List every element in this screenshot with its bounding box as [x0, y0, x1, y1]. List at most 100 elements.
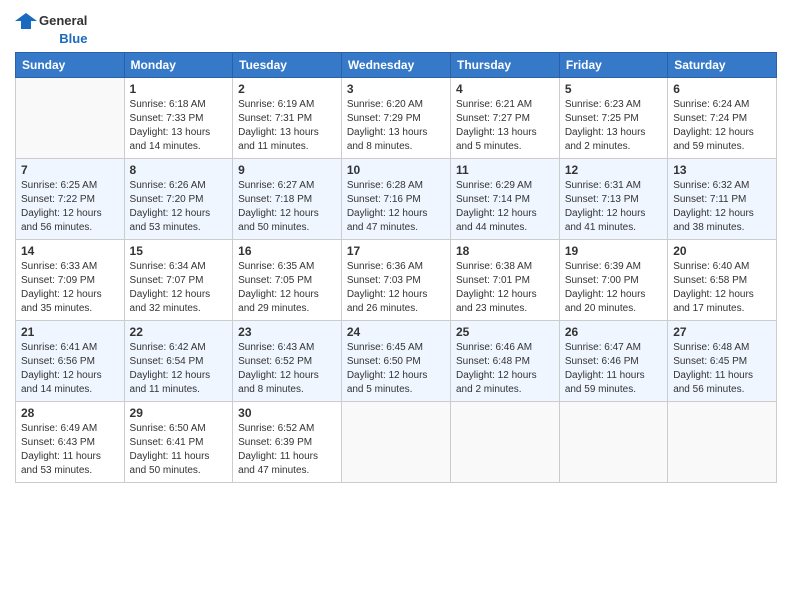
- calendar-cell: [16, 78, 125, 159]
- calendar-cell: 11 Sunrise: 6:29 AM Sunset: 7:14 PM Dayli…: [450, 159, 559, 240]
- day-info: Sunrise: 6:49 AM Sunset: 6:43 PM Dayligh…: [21, 422, 119, 478]
- calendar-cell: 3 Sunrise: 6:20 AM Sunset: 7:29 PM Daylig…: [341, 78, 450, 159]
- calendar-cell: 7 Sunrise: 6:25 AM Sunset: 7:22 PM Daylig…: [16, 159, 125, 240]
- calendar-cell: 26 Sunrise: 6:47 AM Sunset: 6:46 PM Dayli…: [559, 321, 667, 402]
- day-number: 26: [565, 325, 662, 339]
- day-number: 25: [456, 325, 554, 339]
- calendar-cell: 10 Sunrise: 6:28 AM Sunset: 7:16 PM Dayli…: [341, 159, 450, 240]
- day-number: 22: [130, 325, 228, 339]
- day-number: 23: [238, 325, 336, 339]
- day-info: Sunrise: 6:18 AM Sunset: 7:33 PM Dayligh…: [130, 98, 228, 154]
- calendar-cell: 20 Sunrise: 6:40 AM Sunset: 6:58 PM Dayli…: [668, 240, 777, 321]
- day-info: Sunrise: 6:48 AM Sunset: 6:45 PM Dayligh…: [673, 341, 771, 397]
- day-info: Sunrise: 6:24 AM Sunset: 7:24 PM Dayligh…: [673, 98, 771, 154]
- weekday-header-monday: Monday: [124, 53, 233, 78]
- day-number: 29: [130, 406, 228, 420]
- day-number: 1: [130, 82, 228, 96]
- day-number: 21: [21, 325, 119, 339]
- calendar-cell: 16 Sunrise: 6:35 AM Sunset: 7:05 PM Dayli…: [233, 240, 342, 321]
- week-row-4: 28 Sunrise: 6:49 AM Sunset: 6:43 PM Dayli…: [16, 402, 777, 483]
- day-info: Sunrise: 6:19 AM Sunset: 7:31 PM Dayligh…: [238, 98, 336, 154]
- day-info: Sunrise: 6:52 AM Sunset: 6:39 PM Dayligh…: [238, 422, 336, 478]
- day-info: Sunrise: 6:29 AM Sunset: 7:14 PM Dayligh…: [456, 179, 554, 235]
- calendar-cell: 14 Sunrise: 6:33 AM Sunset: 7:09 PM Dayli…: [16, 240, 125, 321]
- day-number: 16: [238, 244, 336, 258]
- header: General Blue: [15, 10, 777, 46]
- day-info: Sunrise: 6:32 AM Sunset: 7:11 PM Dayligh…: [673, 179, 771, 235]
- day-number: 8: [130, 163, 228, 177]
- day-info: Sunrise: 6:39 AM Sunset: 7:00 PM Dayligh…: [565, 260, 662, 316]
- week-row-0: 1 Sunrise: 6:18 AM Sunset: 7:33 PM Daylig…: [16, 78, 777, 159]
- day-number: 19: [565, 244, 662, 258]
- day-info: Sunrise: 6:46 AM Sunset: 6:48 PM Dayligh…: [456, 341, 554, 397]
- day-info: Sunrise: 6:40 AM Sunset: 6:58 PM Dayligh…: [673, 260, 771, 316]
- calendar-cell: 25 Sunrise: 6:46 AM Sunset: 6:48 PM Dayli…: [450, 321, 559, 402]
- day-number: 11: [456, 163, 554, 177]
- day-number: 3: [347, 82, 445, 96]
- day-info: Sunrise: 6:26 AM Sunset: 7:20 PM Dayligh…: [130, 179, 228, 235]
- day-number: 17: [347, 244, 445, 258]
- week-row-1: 7 Sunrise: 6:25 AM Sunset: 7:22 PM Daylig…: [16, 159, 777, 240]
- logo: General Blue: [15, 10, 87, 46]
- calendar-cell: 19 Sunrise: 6:39 AM Sunset: 7:00 PM Dayli…: [559, 240, 667, 321]
- day-info: Sunrise: 6:31 AM Sunset: 7:13 PM Dayligh…: [565, 179, 662, 235]
- calendar-cell: 27 Sunrise: 6:48 AM Sunset: 6:45 PM Dayli…: [668, 321, 777, 402]
- calendar-cell: 18Sunrise: 6:38 AM Sunset: 7:01 PM Dayli…: [450, 240, 559, 321]
- calendar-cell: 22Sunrise: 6:42 AM Sunset: 6:54 PM Dayli…: [124, 321, 233, 402]
- day-info: Sunrise: 6:28 AM Sunset: 7:16 PM Dayligh…: [347, 179, 445, 235]
- calendar-cell: [559, 402, 667, 483]
- day-info: Sunrise: 6:50 AM Sunset: 6:41 PM Dayligh…: [130, 422, 228, 478]
- calendar-cell: 21 Sunrise: 6:41 AM Sunset: 6:56 PM Dayli…: [16, 321, 125, 402]
- calendar-cell: [341, 402, 450, 483]
- day-number: 27: [673, 325, 771, 339]
- day-number: 7: [21, 163, 119, 177]
- calendar-cell: 23 Sunrise: 6:43 AM Sunset: 6:52 PM Dayli…: [233, 321, 342, 402]
- weekday-header-wednesday: Wednesday: [341, 53, 450, 78]
- day-number: 13: [673, 163, 771, 177]
- day-info: Sunrise: 6:41 AM Sunset: 6:56 PM Dayligh…: [21, 341, 119, 397]
- weekday-header-saturday: Saturday: [668, 53, 777, 78]
- week-row-2: 14 Sunrise: 6:33 AM Sunset: 7:09 PM Dayli…: [16, 240, 777, 321]
- weekday-header-thursday: Thursday: [450, 53, 559, 78]
- day-info: Sunrise: 6:35 AM Sunset: 7:05 PM Dayligh…: [238, 260, 336, 316]
- day-number: 20: [673, 244, 771, 258]
- calendar-cell: 24 Sunrise: 6:45 AM Sunset: 6:50 PM Dayli…: [341, 321, 450, 402]
- day-number: 24: [347, 325, 445, 339]
- day-info: Sunrise: 6:36 AM Sunset: 7:03 PM Dayligh…: [347, 260, 445, 316]
- day-number: 4: [456, 82, 554, 96]
- day-info: Sunrise: 6:25 AM Sunset: 7:22 PM Dayligh…: [21, 179, 119, 235]
- day-number: 14: [21, 244, 119, 258]
- logo-blue: Blue: [59, 32, 87, 46]
- logo-general: General: [39, 14, 87, 28]
- calendar-cell: 6Sunrise: 6:24 AM Sunset: 7:24 PM Daylig…: [668, 78, 777, 159]
- calendar-cell: 28 Sunrise: 6:49 AM Sunset: 6:43 PM Dayli…: [16, 402, 125, 483]
- day-number: 2: [238, 82, 336, 96]
- day-info: Sunrise: 6:38 AM Sunset: 7:01 PM Dayligh…: [456, 260, 554, 316]
- day-number: 9: [238, 163, 336, 177]
- day-info: Sunrise: 6:23 AM Sunset: 7:25 PM Dayligh…: [565, 98, 662, 154]
- calendar-cell: 17 Sunrise: 6:36 AM Sunset: 7:03 PM Dayli…: [341, 240, 450, 321]
- day-number: 30: [238, 406, 336, 420]
- calendar-cell: 13 Sunrise: 6:32 AM Sunset: 7:11 PM Dayli…: [668, 159, 777, 240]
- calendar-cell: [668, 402, 777, 483]
- weekday-header-sunday: Sunday: [16, 53, 125, 78]
- day-info: Sunrise: 6:20 AM Sunset: 7:29 PM Dayligh…: [347, 98, 445, 154]
- weekday-header-friday: Friday: [559, 53, 667, 78]
- calendar-cell: 9 Sunrise: 6:27 AM Sunset: 7:18 PM Daylig…: [233, 159, 342, 240]
- calendar-cell: 29 Sunrise: 6:50 AM Sunset: 6:41 PM Dayli…: [124, 402, 233, 483]
- calendar-cell: 8 Sunrise: 6:26 AM Sunset: 7:20 PM Daylig…: [124, 159, 233, 240]
- page: General Blue SundayMondayTuesdayWednesda…: [0, 0, 792, 612]
- logo-bird-icon: [15, 10, 37, 32]
- day-info: Sunrise: 6:43 AM Sunset: 6:52 PM Dayligh…: [238, 341, 336, 397]
- day-info: Sunrise: 6:45 AM Sunset: 6:50 PM Dayligh…: [347, 341, 445, 397]
- day-info: Sunrise: 6:33 AM Sunset: 7:09 PM Dayligh…: [21, 260, 119, 316]
- day-number: 10: [347, 163, 445, 177]
- calendar-table: SundayMondayTuesdayWednesdayThursdayFrid…: [15, 52, 777, 483]
- calendar-cell: 1 Sunrise: 6:18 AM Sunset: 7:33 PM Daylig…: [124, 78, 233, 159]
- calendar-cell: 2 Sunrise: 6:19 AM Sunset: 7:31 PM Daylig…: [233, 78, 342, 159]
- day-info: Sunrise: 6:27 AM Sunset: 7:18 PM Dayligh…: [238, 179, 336, 235]
- day-number: 12: [565, 163, 662, 177]
- day-number: 28: [21, 406, 119, 420]
- week-row-3: 21 Sunrise: 6:41 AM Sunset: 6:56 PM Dayli…: [16, 321, 777, 402]
- day-info: Sunrise: 6:47 AM Sunset: 6:46 PM Dayligh…: [565, 341, 662, 397]
